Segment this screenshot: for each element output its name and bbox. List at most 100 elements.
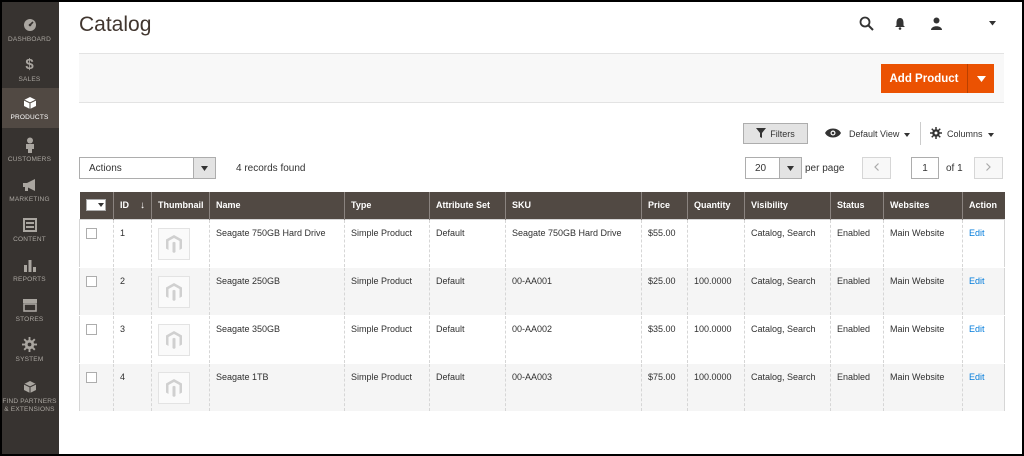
edit-link[interactable]: Edit — [969, 324, 985, 334]
column-header-action: Action — [962, 192, 1005, 219]
current-page-input[interactable]: 1 — [911, 157, 939, 179]
admin-sidebar: DASHBOARD $ SALES PRODUCTS CUSTOMERS MAR… — [0, 0, 59, 456]
mass-select-checkbox[interactable] — [85, 198, 106, 211]
cell-name: Seagate 350GB — [209, 315, 345, 364]
per-page-select[interactable]: 20 — [745, 157, 802, 179]
column-header-quantity[interactable]: Quantity — [687, 192, 745, 219]
box-icon — [22, 379, 38, 395]
search-icon[interactable] — [857, 14, 875, 32]
cell-quantity: 100.0000 — [687, 267, 745, 316]
cell-quantity: 100.0000 — [687, 315, 745, 364]
column-header-attribute-set[interactable]: Attribute Set — [429, 192, 506, 219]
cell-type: Simple Product — [344, 219, 430, 268]
sidebar-item-customers[interactable]: CUSTOMERS — [0, 130, 59, 170]
chevron-down-icon — [904, 129, 911, 139]
page-title: Catalog — [79, 13, 152, 36]
cell-websites: Main Website — [883, 315, 963, 364]
cell-attribute-set: Default — [429, 363, 506, 412]
user-menu-chevron-down-icon[interactable] — [983, 14, 1001, 32]
user-account-icon[interactable] — [927, 14, 945, 32]
next-page-button[interactable] — [974, 157, 1003, 179]
store-icon — [22, 297, 38, 313]
total-pages-label: of 1 — [946, 163, 963, 174]
column-header-price[interactable]: Price — [641, 192, 688, 219]
cell-type: Simple Product — [344, 363, 430, 412]
chevron-down-icon — [193, 158, 215, 178]
cell-price: $25.00 — [641, 267, 688, 316]
column-header-visibility[interactable]: Visibility — [744, 192, 831, 219]
layout-icon — [22, 217, 38, 233]
sidebar-item-content[interactable]: CONTENT — [0, 210, 59, 250]
cell-name: Seagate 1TB — [209, 363, 345, 412]
megaphone-icon — [22, 177, 38, 193]
select-all-header[interactable] — [79, 192, 114, 219]
row-checkbox[interactable] — [86, 227, 97, 239]
cell-price: $55.00 — [641, 219, 688, 268]
filters-button[interactable]: Filters — [743, 123, 808, 144]
cell-quantity — [687, 219, 745, 268]
product-thumbnail-placeholder — [158, 323, 190, 356]
column-header-name[interactable]: Name — [209, 192, 345, 219]
dashboard-icon — [22, 17, 38, 33]
row-checkbox[interactable] — [86, 275, 97, 287]
sidebar-item-dashboard[interactable]: DASHBOARD — [0, 10, 59, 50]
cell-quantity: 100.0000 — [687, 363, 745, 412]
cell-websites: Main Website — [883, 363, 963, 412]
cell-visibility: Catalog, Search — [744, 267, 831, 316]
add-product-button[interactable]: Add Product — [881, 64, 994, 93]
cell-id: 4 — [113, 363, 152, 412]
edit-link[interactable]: Edit — [969, 276, 985, 286]
eye-icon — [825, 128, 841, 140]
columns-dropdown[interactable]: Columns — [930, 123, 994, 144]
sort-down-arrow-icon: ↓ — [140, 199, 145, 211]
bar-chart-icon — [22, 257, 38, 273]
add-product-dropdown-chevron-icon[interactable] — [968, 75, 994, 82]
cell-attribute-set: Default — [429, 219, 506, 268]
cell-id: 3 — [113, 315, 152, 364]
column-header-status[interactable]: Status — [830, 192, 884, 219]
product-thumbnail-placeholder — [158, 227, 190, 260]
edit-link[interactable]: Edit — [969, 372, 985, 382]
sidebar-item-find-partners[interactable]: FIND PARTNERS & EXTENSIONS — [0, 370, 59, 422]
table-row[interactable]: 2 Seagate 250GB Simple Product Default 0… — [79, 267, 1005, 316]
sidebar-item-marketing[interactable]: MARKETING — [0, 170, 59, 210]
sidebar-item-system[interactable]: SYSTEM — [0, 330, 59, 370]
cell-websites: Main Website — [883, 267, 963, 316]
sidebar-item-reports[interactable]: REPORTS — [0, 250, 59, 290]
default-view-dropdown[interactable]: Default View — [825, 123, 911, 144]
cell-id: 1 — [113, 219, 152, 268]
cell-price: $75.00 — [641, 363, 688, 412]
cell-name: Seagate 750GB Hard Drive — [209, 219, 345, 268]
sidebar-item-stores[interactable]: STORES — [0, 290, 59, 330]
chevron-left-icon — [874, 162, 879, 174]
page-actions-bar — [79, 53, 1004, 103]
column-header-websites[interactable]: Websites — [883, 192, 963, 219]
cell-price: $35.00 — [641, 315, 688, 364]
column-header-id[interactable]: ID ↓ — [113, 192, 152, 219]
edit-link[interactable]: Edit — [969, 228, 985, 238]
previous-page-button[interactable] — [862, 157, 891, 179]
notifications-bell-icon[interactable] — [891, 14, 909, 32]
column-header-type[interactable]: Type — [344, 192, 430, 219]
cell-sku: 00-AA003 — [505, 363, 642, 412]
gear-icon — [930, 126, 942, 141]
cell-status: Enabled — [830, 315, 884, 364]
row-checkbox[interactable] — [86, 371, 97, 383]
chevron-right-icon — [986, 162, 991, 174]
table-row[interactable]: 4 Seagate 1TB Simple Product Default 00-… — [79, 363, 1005, 412]
row-checkbox[interactable] — [86, 323, 97, 335]
records-found-count: 4 records found — [236, 163, 306, 174]
cube-icon — [22, 95, 38, 111]
mass-actions-select[interactable]: Actions — [79, 157, 216, 179]
column-header-thumbnail[interactable]: Thumbnail — [151, 192, 210, 219]
cell-sku: 00-AA002 — [505, 315, 642, 364]
cell-sku: Seagate 750GB Hard Drive — [505, 219, 642, 268]
product-thumbnail-placeholder — [158, 275, 190, 308]
table-row[interactable]: 1 Seagate 750GB Hard Drive Simple Produc… — [79, 219, 1005, 268]
table-row[interactable]: 3 Seagate 350GB Simple Product Default 0… — [79, 315, 1005, 364]
sidebar-item-sales[interactable]: $ SALES — [0, 50, 59, 90]
sidebar-item-products[interactable]: PRODUCTS — [0, 88, 59, 128]
cell-type: Simple Product — [344, 267, 430, 316]
column-header-sku[interactable]: SKU — [505, 192, 642, 219]
product-grid: ID ↓ Thumbnail Name Type Attribute Set SK… — [79, 192, 1005, 412]
